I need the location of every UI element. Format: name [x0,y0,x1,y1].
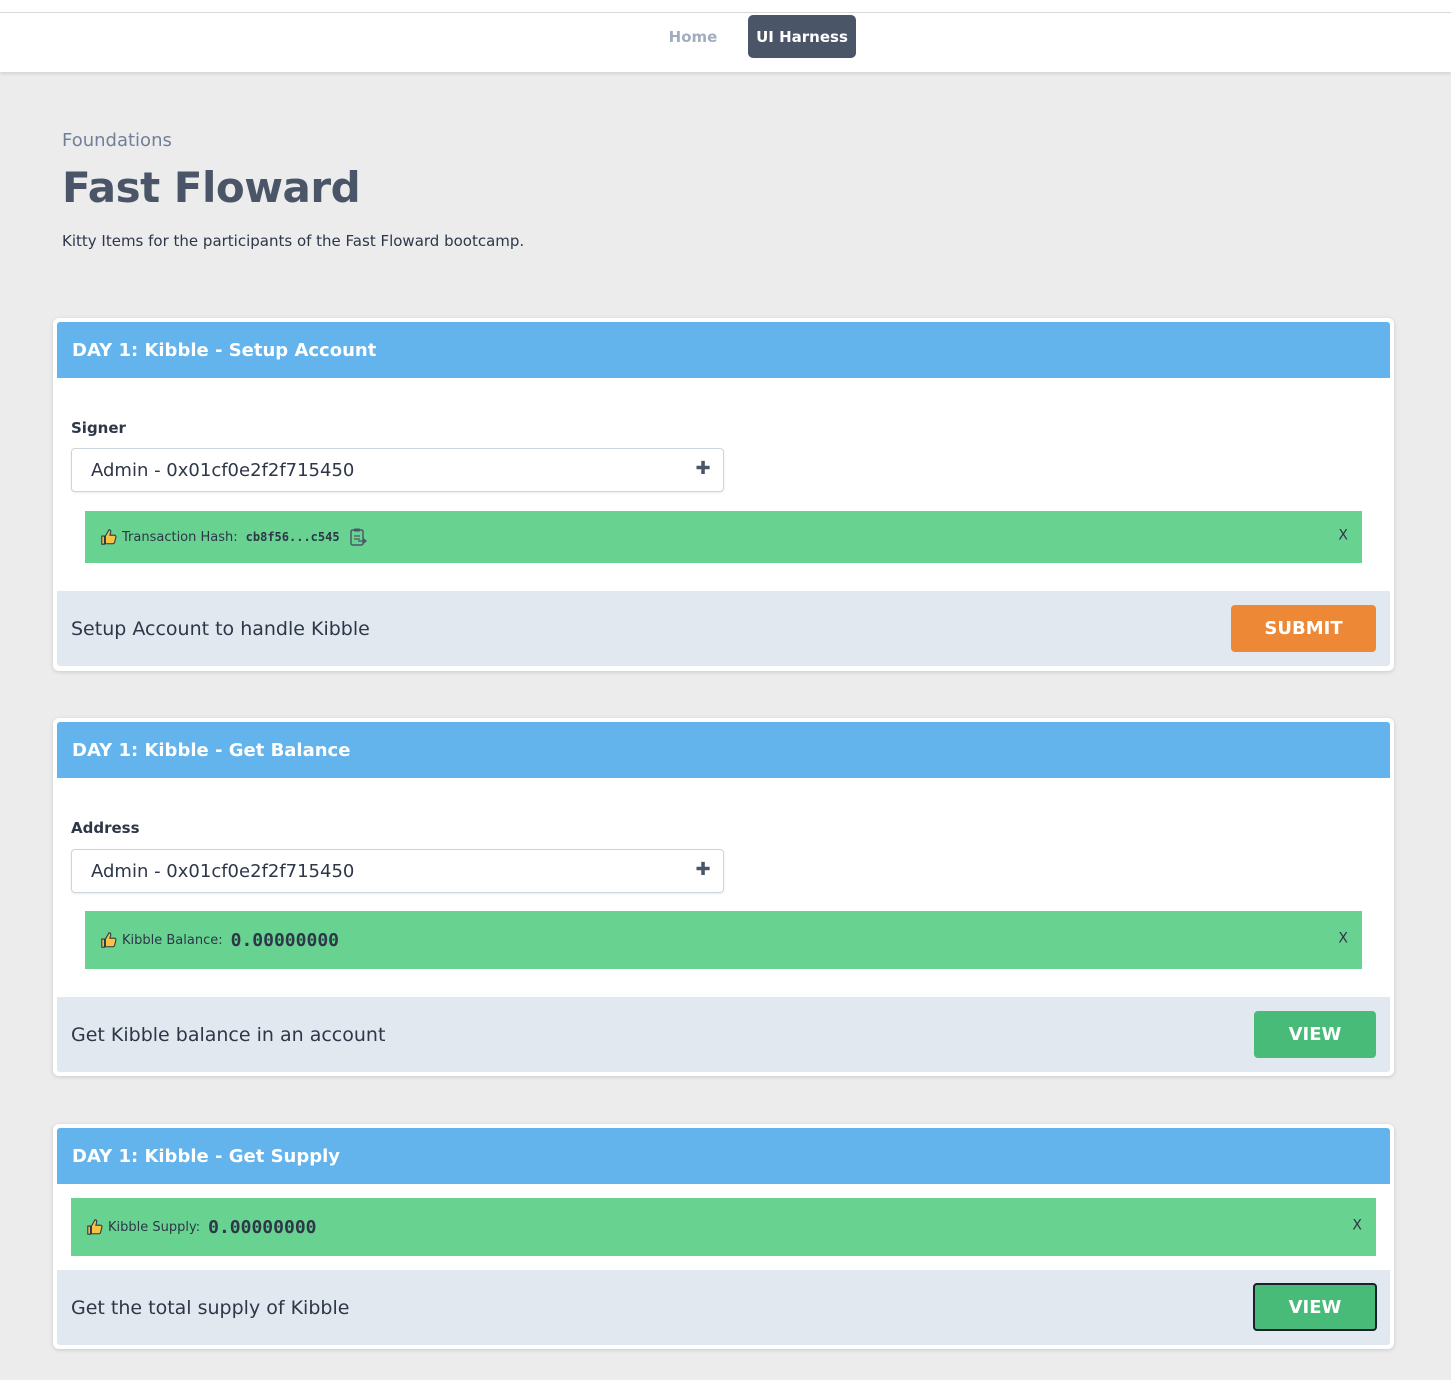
alert-close-button[interactable]: X [1338,930,1348,946]
footer-description: Get the total supply of Kibble [71,1296,350,1319]
address-label: Address [71,819,140,837]
thumbs-up-icon [101,529,117,545]
kibble-supply-value: 0.00000000 [208,1216,317,1238]
nav-ui-harness-link[interactable]: UI Harness [748,15,856,58]
address-select[interactable]: Admin - 0x01cf0e2f2f715450 ✚ [71,849,724,893]
page-description: Kitty Items for the participants of the … [62,232,525,250]
card-title: DAY 1: Kibble - Setup Account [57,322,1390,378]
nav-tabs: Home UI Harness [0,15,1451,58]
card-title: DAY 1: Kibble - Get Supply [57,1128,1390,1184]
plus-icon: ✚ [695,458,711,479]
alert-label: Kibble Supply: [108,1219,201,1235]
setup-account-card: DAY 1: Kibble - Setup Account Signer Adm… [53,318,1394,671]
page-eyebrow: Foundations [62,130,172,151]
get-balance-card: DAY 1: Kibble - Get Balance Address Admi… [53,718,1394,1076]
card-footer: Get Kibble balance in an account VIEW [57,997,1390,1072]
signer-label: Signer [71,419,126,437]
page-title: Fast Floward [62,163,361,212]
alert-close-button[interactable]: X [1352,1217,1362,1233]
plus-icon: ✚ [695,859,711,880]
view-supply-button[interactable]: VIEW [1253,1283,1377,1331]
signer-select[interactable]: Admin - 0x01cf0e2f2f715450 ✚ [71,448,724,492]
thumbs-up-icon [87,1219,103,1235]
alert-label: Kibble Balance: [122,932,223,948]
thumbs-up-icon [101,932,117,948]
transaction-hash-alert: Transaction Hash: cb8f56...c545 X [85,511,1362,563]
alert-label: Transaction Hash: [122,529,238,545]
alert-close-button[interactable]: X [1338,527,1348,543]
footer-description: Setup Account to handle Kibble [71,617,370,640]
transaction-hash-value: cb8f56...c545 [245,530,340,544]
view-balance-button[interactable]: VIEW [1254,1011,1376,1058]
card-footer: Get the total supply of Kibble VIEW [57,1270,1390,1345]
browser-top-strip [0,0,1451,12]
submit-button[interactable]: SUBMIT [1231,605,1376,652]
address-select-value: Admin - 0x01cf0e2f2f715450 [91,860,355,882]
kibble-balance-alert: Kibble Balance: 0.00000000 X [85,911,1362,969]
kibble-supply-alert: Kibble Supply: 0.00000000 X [71,1198,1376,1256]
card-footer: Setup Account to handle Kibble SUBMIT [57,591,1390,666]
kibble-balance-value: 0.00000000 [230,929,339,951]
copy-clipboard-icon[interactable] [348,527,368,547]
footer-description: Get Kibble balance in an account [71,1023,386,1046]
nav-home-link[interactable]: Home [648,15,738,58]
card-title: DAY 1: Kibble - Get Balance [57,722,1390,778]
signer-select-value: Admin - 0x01cf0e2f2f715450 [91,459,355,481]
get-supply-card: DAY 1: Kibble - Get Supply Kibble Supply… [53,1124,1394,1349]
